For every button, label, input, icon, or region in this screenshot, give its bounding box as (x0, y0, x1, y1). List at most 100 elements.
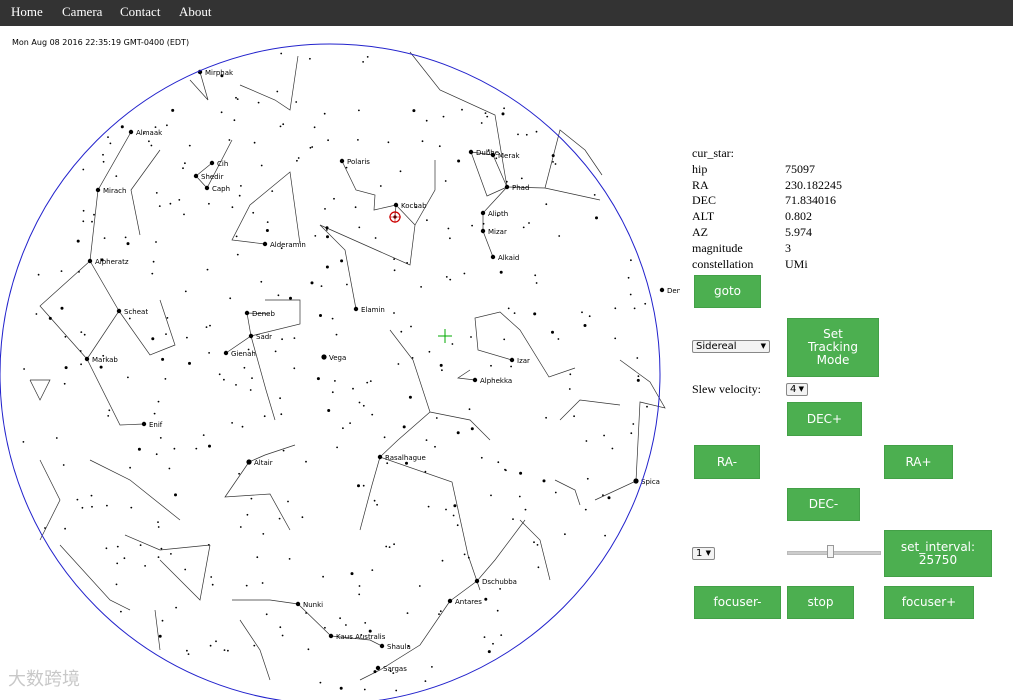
field-star (468, 408, 471, 411)
focuser-minus-button[interactable]: focuser- (694, 586, 781, 619)
field-star (288, 558, 291, 560)
field-star (208, 202, 210, 205)
nav-camera[interactable]: Camera (62, 4, 102, 20)
named-star[interactable] (223, 350, 229, 356)
field-star (314, 235, 317, 237)
named-star[interactable] (480, 210, 486, 216)
dec-plus-button[interactable]: DEC+ (787, 402, 862, 436)
field-star (295, 101, 298, 103)
focus-step-select[interactable]: 1 ▼ (692, 547, 715, 560)
field-star (215, 640, 217, 643)
field-star (60, 270, 63, 272)
star-label: Caph (212, 185, 230, 193)
field-star (164, 378, 167, 380)
constellation-line (319, 224, 416, 266)
field-star (629, 293, 632, 296)
named-star[interactable] (193, 173, 199, 179)
field-star (124, 236, 127, 239)
stop-button[interactable]: stop (787, 586, 854, 619)
named-star[interactable] (116, 308, 122, 314)
field-star (441, 369, 443, 372)
named-star[interactable] (490, 254, 496, 260)
named-star[interactable] (339, 158, 345, 164)
field-star (525, 133, 528, 136)
named-star[interactable] (128, 129, 134, 135)
interval-slider-thumb[interactable] (827, 545, 834, 558)
constellation-line (457, 369, 476, 381)
named-star[interactable] (377, 454, 383, 460)
named-star[interactable] (659, 287, 665, 293)
field-star (207, 544, 210, 546)
field-star (137, 447, 141, 451)
named-star[interactable] (295, 601, 301, 607)
ra-plus-button[interactable]: RA+ (884, 445, 953, 479)
nav-contact[interactable]: Contact (120, 4, 160, 20)
named-star[interactable] (95, 187, 101, 193)
named-star[interactable] (246, 459, 252, 465)
field-star (155, 241, 157, 243)
named-star[interactable] (474, 578, 480, 584)
named-star[interactable] (248, 333, 254, 339)
ra-minus-button[interactable]: RA- (694, 445, 760, 479)
field-star (251, 377, 253, 379)
named-star[interactable] (204, 185, 210, 191)
interval-slider-track[interactable] (787, 551, 881, 555)
field-star (393, 312, 395, 314)
field-star (231, 206, 234, 209)
field-star (542, 479, 546, 483)
named-star[interactable] (633, 478, 639, 484)
named-star[interactable] (504, 184, 510, 190)
constellation-line (239, 55, 299, 111)
named-star[interactable] (328, 633, 334, 639)
named-star[interactable] (393, 202, 399, 208)
field-star (274, 350, 277, 353)
named-star[interactable] (375, 665, 381, 671)
named-star[interactable] (468, 149, 474, 155)
slew-velocity-select[interactable]: 4 ▼ (786, 383, 808, 396)
named-star[interactable] (209, 160, 215, 166)
field-star (630, 259, 632, 262)
named-star[interactable] (141, 421, 147, 427)
field-star (402, 425, 406, 429)
field-star (393, 269, 396, 272)
named-star[interactable] (244, 310, 250, 316)
star-label: Markab (92, 356, 118, 364)
named-star[interactable] (84, 356, 90, 362)
named-star[interactable] (509, 357, 515, 363)
named-star[interactable] (262, 241, 268, 247)
named-star[interactable] (87, 258, 93, 264)
sky-map[interactable]: Mirphak Almaak Cih Shedir Caph Mirach Alderami… (0, 26, 680, 700)
field-star (82, 220, 85, 223)
constellation-line (619, 359, 666, 482)
named-star[interactable] (379, 643, 385, 649)
field-star (387, 141, 390, 144)
named-star[interactable] (353, 306, 359, 312)
field-star (535, 130, 538, 133)
field-star (265, 229, 269, 232)
tracking-mode-select[interactable]: Sidereal ▼ (692, 340, 770, 353)
named-star[interactable] (321, 354, 327, 360)
field-star (279, 397, 281, 400)
goto-button[interactable]: goto (694, 275, 761, 308)
set-tracking-mode-button[interactable]: Set Tracking Mode (787, 318, 879, 377)
dec-minus-button[interactable]: DEC- (787, 488, 860, 521)
set-interval-button[interactable]: set_interval: 25750 (884, 530, 992, 577)
nav-home[interactable]: Home (11, 4, 43, 20)
named-star[interactable] (480, 228, 486, 234)
named-star[interactable] (472, 377, 478, 383)
field-star (480, 456, 483, 459)
info-key: hip (692, 161, 708, 176)
field-star (573, 415, 575, 418)
named-star[interactable] (447, 598, 453, 604)
field-star (305, 460, 307, 463)
field-star (150, 144, 153, 147)
field-star (280, 413, 283, 416)
field-star (310, 281, 314, 285)
field-star (241, 425, 244, 428)
field-star (545, 203, 548, 206)
nav-about[interactable]: About (179, 4, 212, 20)
field-star (157, 556, 160, 558)
field-star (168, 467, 171, 470)
focuser-plus-button[interactable]: focuser+ (884, 586, 974, 619)
field-star (358, 226, 361, 229)
